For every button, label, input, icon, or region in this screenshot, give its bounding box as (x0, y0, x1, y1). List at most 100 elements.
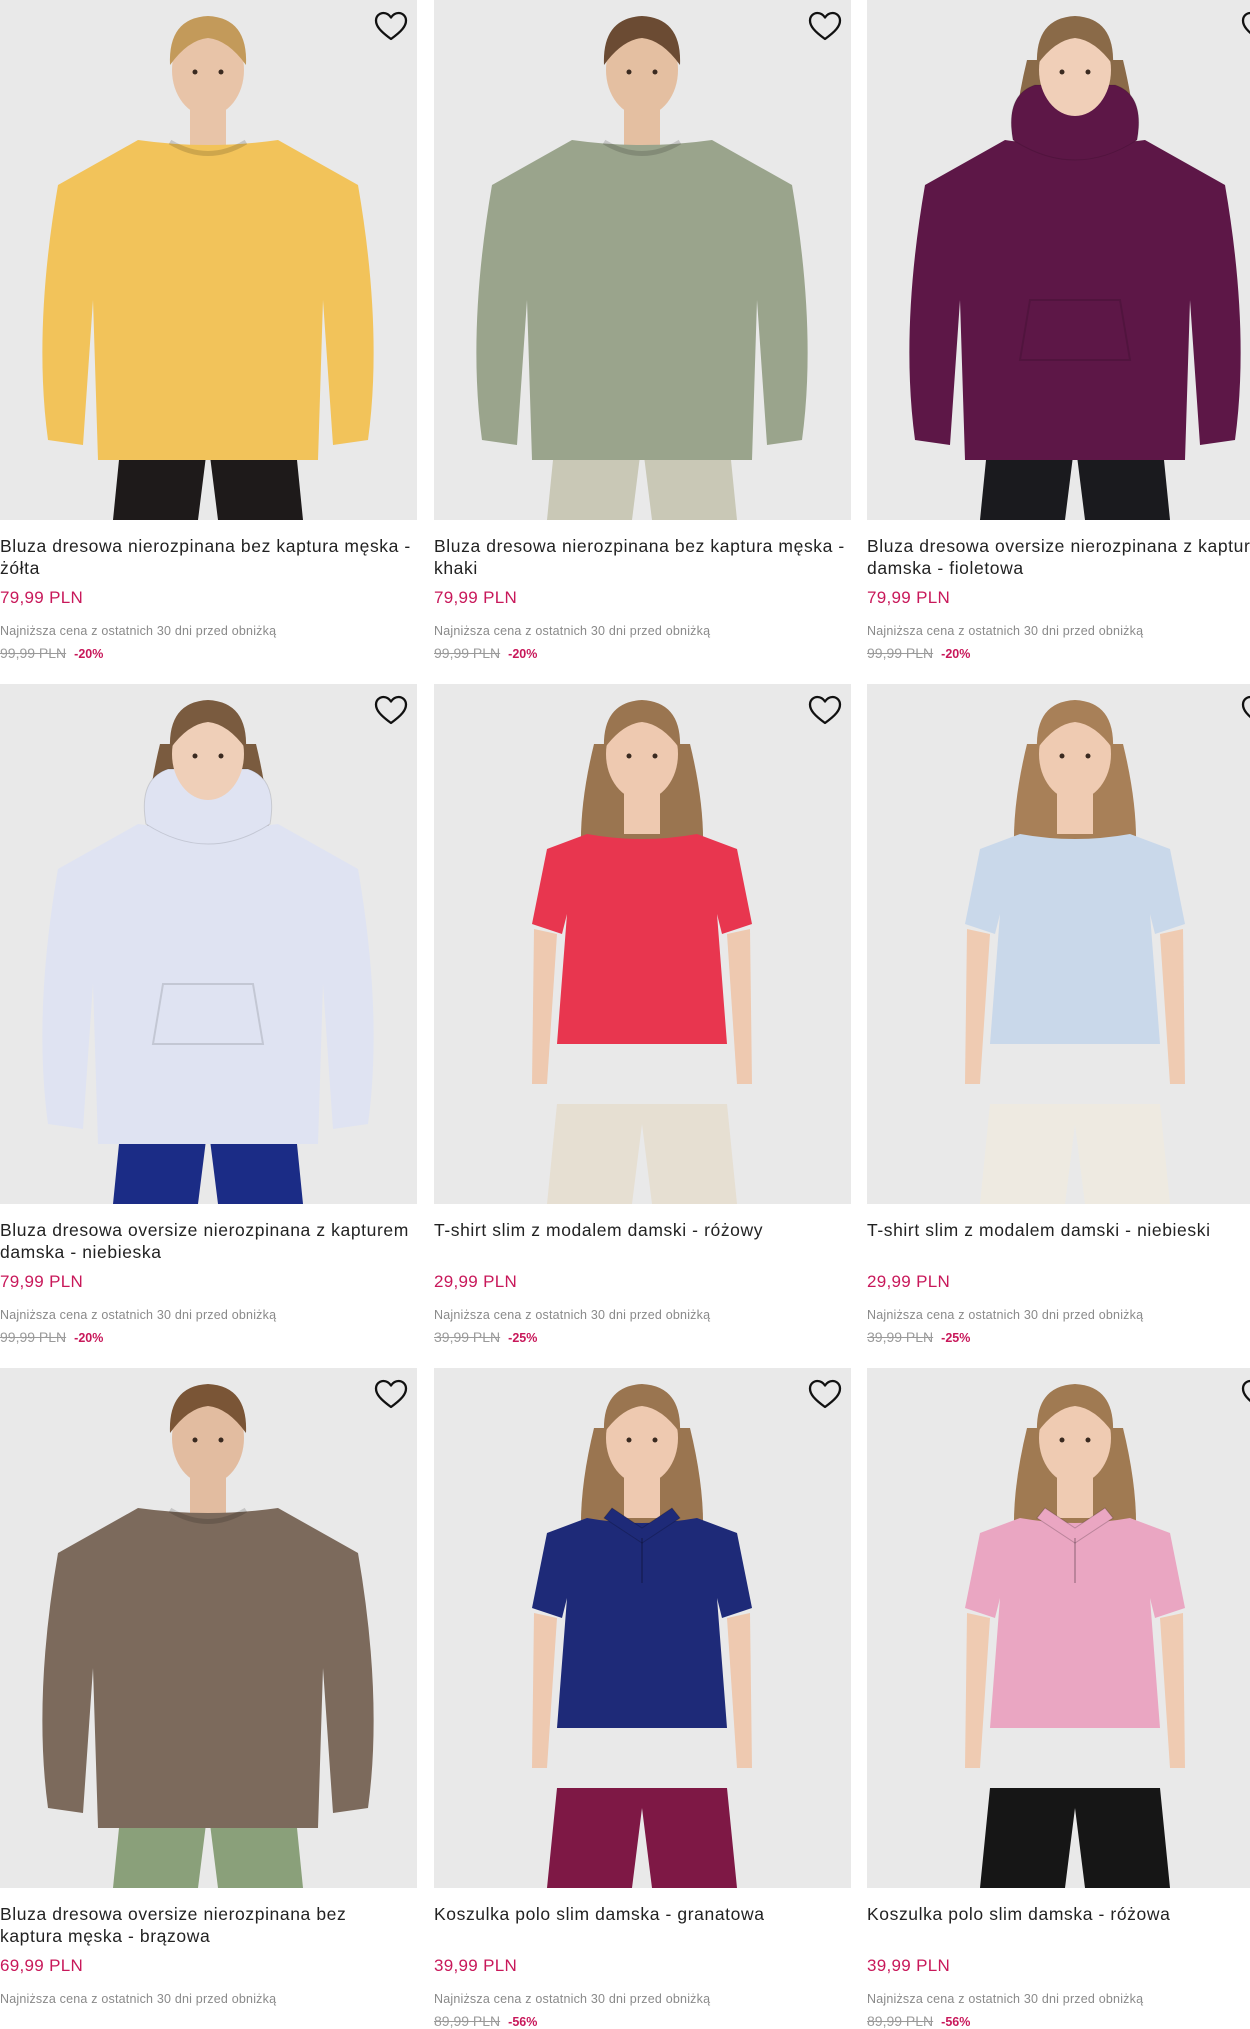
old-price: 89,99 PLN (434, 2013, 501, 2029)
product-card[interactable]: T-shirt slim z modalem damski - niebiesk… (867, 684, 1250, 1345)
product-title[interactable]: T-shirt slim z modalem damski - niebiesk… (867, 1219, 1250, 1263)
lowest-price-note: Najniższa cena z ostatnich 30 dni przed … (0, 1308, 277, 1322)
product-card[interactable]: Bluza dresowa nierozpinana bez kaptura m… (0, 0, 417, 661)
eye-shape (192, 1437, 198, 1443)
model-photo (434, 684, 851, 1204)
product-card[interactable]: Koszulka polo slim damska - różowa 39,99… (867, 1368, 1250, 2029)
product-price: 79,99 PLN (0, 1272, 84, 1291)
product-price: 29,99 PLN (434, 1272, 518, 1291)
model-photo (867, 684, 1250, 1204)
eye-shape (652, 69, 658, 75)
favorite-button[interactable] (807, 1378, 843, 1410)
eye-shape (1059, 69, 1065, 75)
product-price: 39,99 PLN (867, 1956, 951, 1975)
eye-shape (626, 1437, 632, 1443)
discount-badge: -56% (941, 2015, 971, 2029)
old-price-line: 99,99 PLN -20% (434, 645, 851, 661)
heart-outline-icon (374, 1379, 408, 1409)
lowest-price-note: Najniższa cena z ostatnich 30 dni przed … (434, 1308, 711, 1322)
lowest-price-note: Najniższa cena z ostatnich 30 dni przed … (434, 1992, 711, 2006)
product-price: 69,99 PLN (0, 1956, 84, 1975)
product-card[interactable]: Bluza dresowa oversize nierozpinana z ka… (867, 0, 1250, 661)
product-price: 79,99 PLN (434, 588, 518, 607)
product-price: 39,99 PLN (434, 1956, 518, 1975)
lowest-price-note: Najniższa cena z ostatnich 30 dni przed … (867, 624, 1144, 638)
old-price-line: 39,99 PLN -25% (434, 1329, 851, 1345)
heart-outline-icon (374, 11, 408, 41)
favorite-button[interactable] (807, 10, 843, 42)
lowest-price-note: Najniższa cena z ostatnich 30 dni przed … (0, 1992, 277, 2006)
product-image[interactable] (434, 1368, 851, 1888)
heart-outline-icon (1241, 11, 1250, 35)
discount-badge: -20% (941, 647, 971, 661)
heart-outline-icon (1241, 1379, 1250, 1403)
old-price: 99,99 PLN (434, 645, 501, 661)
favorite-button[interactable] (373, 694, 409, 726)
product-image[interactable] (0, 684, 417, 1204)
model-photo (0, 684, 417, 1204)
old-price: 99,99 PLN (867, 645, 934, 661)
heart-outline-icon (808, 1379, 842, 1409)
old-price-line: 89,99 PLN -56% (434, 2013, 851, 2029)
model-photo (867, 1368, 1250, 1888)
eye-shape (626, 69, 632, 75)
old-price-line: 99,99 PLN -20% (867, 645, 1250, 661)
favorite-button[interactable] (807, 694, 843, 726)
old-price: 99,99 PLN (0, 645, 67, 661)
product-title[interactable]: Bluza dresowa oversize nierozpinana z ka… (867, 535, 1250, 579)
product-card[interactable]: Koszulka polo slim damska - granatowa 39… (434, 1368, 851, 2029)
favorite-button[interactable] (373, 1378, 409, 1410)
favorite-button[interactable] (1240, 694, 1250, 726)
product-title[interactable]: Bluza dresowa oversize nierozpinana z ka… (0, 1219, 417, 1263)
old-price-line: 89,99 PLN -56% (867, 2013, 1250, 2029)
model-photo (0, 1368, 417, 1888)
product-image[interactable] (867, 0, 1250, 520)
eye-shape (192, 753, 198, 759)
product-image[interactable] (434, 684, 851, 1204)
model-photo (0, 0, 417, 520)
product-card[interactable]: Bluza dresowa nierozpinana bez kaptura m… (434, 0, 851, 661)
product-price: 79,99 PLN (0, 588, 84, 607)
product-image[interactable] (867, 1368, 1250, 1888)
product-title[interactable]: Koszulka polo slim damska - różowa (867, 1903, 1250, 1947)
product-image[interactable] (0, 1368, 417, 1888)
favorite-button[interactable] (1240, 10, 1250, 42)
heart-outline-icon (808, 11, 842, 41)
product-title[interactable]: Bluza dresowa oversize nierozpinana bez … (0, 1903, 417, 1947)
old-price: 89,99 PLN (867, 2013, 934, 2029)
eye-shape (1085, 753, 1091, 759)
product-price: 29,99 PLN (867, 1272, 951, 1291)
eye-shape (192, 69, 198, 75)
old-price-line: 39,99 PLN -25% (867, 1329, 1250, 1345)
heart-outline-icon (1241, 695, 1250, 719)
product-grid: Bluza dresowa nierozpinana bez kaptura m… (0, 0, 1250, 2029)
product-card[interactable]: T-shirt slim z modalem damski - różowy 2… (434, 684, 851, 1345)
product-image[interactable] (0, 0, 417, 520)
discount-badge: -25% (941, 1331, 971, 1345)
model-photo (434, 0, 851, 520)
favorite-button[interactable] (373, 10, 409, 42)
favorite-button[interactable] (1240, 1378, 1250, 1410)
product-card[interactable]: Bluza dresowa oversize nierozpinana bez … (0, 1368, 417, 2029)
old-price: 39,99 PLN (434, 1329, 501, 1345)
discount-badge: -20% (74, 647, 104, 661)
eye-shape (1059, 753, 1065, 759)
old-price: 99,99 PLN (0, 1329, 67, 1345)
eye-shape (626, 753, 632, 759)
eye-shape (652, 753, 658, 759)
discount-badge: -56% (508, 2015, 538, 2029)
product-title[interactable]: Koszulka polo slim damska - granatowa (434, 1903, 851, 1947)
product-image[interactable] (434, 0, 851, 520)
product-title[interactable]: Bluza dresowa nierozpinana bez kaptura m… (0, 535, 417, 579)
product-title[interactable]: Bluza dresowa nierozpinana bez kaptura m… (434, 535, 851, 579)
product-title[interactable]: T-shirt slim z modalem damski - różowy (434, 1219, 851, 1263)
old-price-line (0, 2013, 417, 2029)
product-card[interactable]: Bluza dresowa oversize nierozpinana z ka… (0, 684, 417, 1345)
lowest-price-note: Najniższa cena z ostatnich 30 dni przed … (867, 1308, 1144, 1322)
heart-outline-icon (374, 695, 408, 725)
old-price-line: 99,99 PLN -20% (0, 645, 417, 661)
discount-badge: -20% (508, 647, 538, 661)
product-image[interactable] (867, 684, 1250, 1204)
eye-shape (218, 1437, 224, 1443)
lowest-price-note: Najniższa cena z ostatnich 30 dni przed … (867, 1992, 1144, 2006)
